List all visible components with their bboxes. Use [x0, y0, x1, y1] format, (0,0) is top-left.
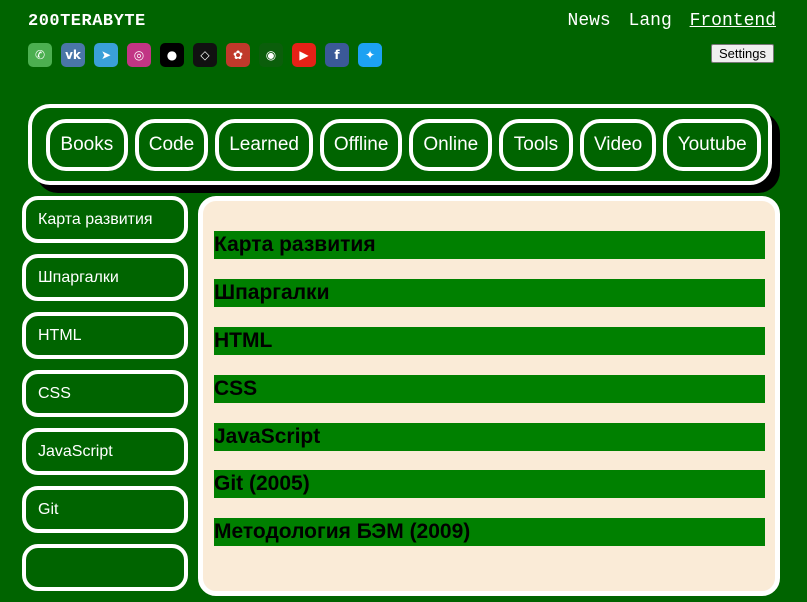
vk-icon[interactable]: vk: [61, 43, 85, 67]
sidebar-item-git[interactable]: Git: [22, 486, 188, 533]
top-link-news[interactable]: News: [568, 11, 611, 31]
top-nav: News Lang Frontend: [561, 11, 776, 31]
nav-item-books[interactable]: Books: [46, 118, 128, 171]
sidebar-item-cheatsheets[interactable]: Шпаргалки: [22, 254, 188, 301]
top-link-lang[interactable]: Lang: [629, 11, 672, 31]
section-heading-cheatsheets: Шпаргалки: [214, 279, 765, 307]
section-heading-javascript: JavaScript: [214, 423, 765, 451]
content-panel: Карта развития Шпаргалки HTML CSS JavaSc…: [198, 196, 780, 596]
sidebar: Карта развития Шпаргалки HTML CSS JavaSc…: [22, 196, 188, 602]
nav-item-video[interactable]: Video: [579, 118, 657, 171]
settings-button[interactable]: Settings: [711, 44, 774, 63]
nav-item-tools[interactable]: Tools: [499, 118, 573, 171]
social-links: ✆ vk ➤ ◎ ● ◇ ✿ ◉ ▶ f ✦: [28, 43, 382, 67]
facebook-icon[interactable]: f: [325, 43, 349, 67]
youtube-icon[interactable]: ▶: [292, 43, 316, 67]
section-heading-git: Git (2005): [214, 470, 765, 498]
nav-item-online[interactable]: Online: [409, 118, 493, 171]
instagram-icon[interactable]: ◎: [127, 43, 151, 67]
main-nav: Books Code Learned Offline Online Tools …: [28, 104, 772, 185]
telegram-icon[interactable]: ➤: [94, 43, 118, 67]
top-link-frontend[interactable]: Frontend: [690, 11, 776, 31]
spiral-icon[interactable]: ✿: [226, 43, 250, 67]
section-heading-roadmap: Карта развития: [214, 231, 765, 259]
twitter-icon[interactable]: ✦: [358, 43, 382, 67]
section-heading-bem: Методология БЭМ (2009): [214, 518, 765, 546]
section-heading-html: HTML: [214, 327, 765, 355]
github-icon[interactable]: ●: [160, 43, 184, 67]
section-heading-css: CSS: [214, 375, 765, 403]
sidebar-item-html[interactable]: HTML: [22, 312, 188, 359]
circle-logo-icon[interactable]: ◉: [259, 43, 283, 67]
nav-item-youtube[interactable]: Youtube: [663, 118, 761, 171]
sidebar-item-javascript[interactable]: JavaScript: [22, 428, 188, 475]
nav-item-code[interactable]: Code: [134, 118, 209, 171]
sidebar-item-next[interactable]: [22, 544, 188, 591]
nav-item-learned[interactable]: Learned: [215, 118, 313, 171]
sidebar-item-css[interactable]: CSS: [22, 370, 188, 417]
site-logo[interactable]: 200TERABYTE: [28, 12, 146, 31]
whatsapp-icon[interactable]: ✆: [28, 43, 52, 67]
codepen-icon[interactable]: ◇: [193, 43, 217, 67]
sidebar-item-roadmap[interactable]: Карта развития: [22, 196, 188, 243]
nav-item-offline[interactable]: Offline: [319, 118, 403, 171]
